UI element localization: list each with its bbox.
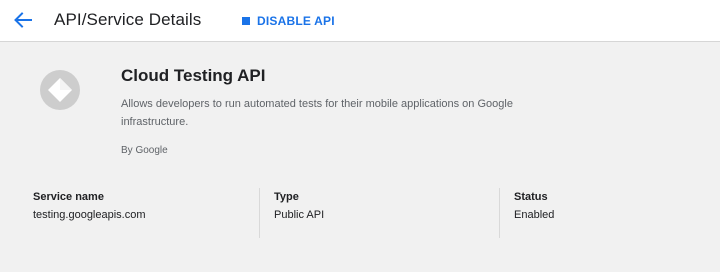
disable-api-button[interactable]: DISABLE API [242,13,335,29]
stop-square-icon [242,17,250,25]
top-bar: API/Service Details DISABLE API [0,0,720,42]
api-logo-icon [40,70,80,110]
detail-label: Status [514,191,548,203]
page-title: API/Service Details [54,10,202,29]
detail-value: Enabled [514,209,555,221]
api-description: Allows developers to run automated tests… [121,98,513,128]
disable-api-label: DISABLE API [257,14,335,28]
detail-label: Type [274,191,299,203]
detail-label: Service name [33,191,104,203]
api-vendor: By Google [121,145,168,156]
arrow-back-icon [14,12,32,28]
detail-service-name: Service name testing.googleapis.com [33,188,253,238]
detail-status: Status Enabled [499,188,700,238]
detail-value: Public API [274,209,325,221]
api-name: Cloud Testing API [121,66,266,85]
detail-type: Type Public API [259,188,490,238]
detail-value: testing.googleapis.com [33,209,146,221]
details-row: Service name testing.googleapis.com Type… [0,188,720,242]
back-button[interactable] [11,9,35,31]
cloud-testing-diamond-icon [48,78,72,102]
